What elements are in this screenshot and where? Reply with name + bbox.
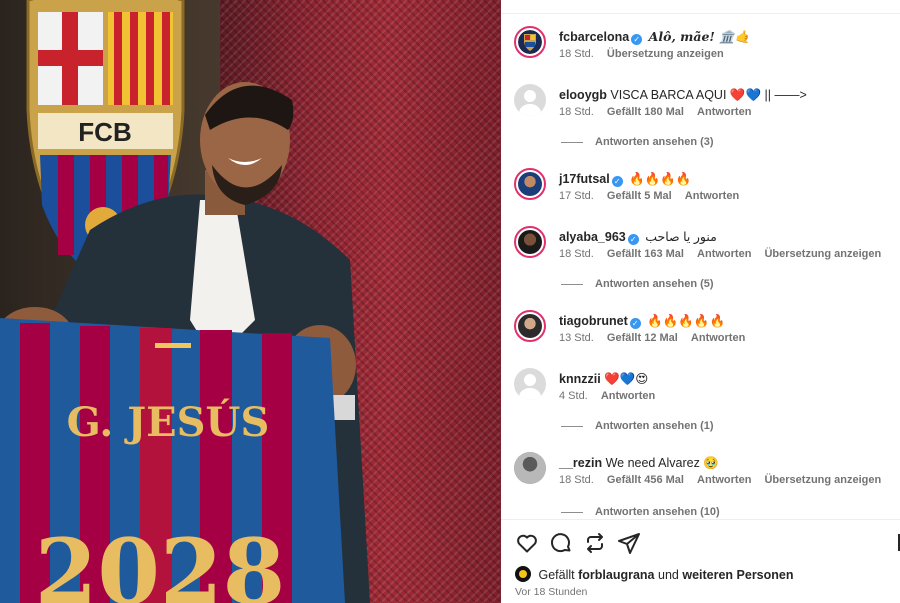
comment-time: 18 Std. bbox=[559, 106, 594, 118]
view-replies-label: Antworten ansehen (10) bbox=[595, 506, 720, 518]
comment-time: 18 Std. bbox=[559, 474, 594, 486]
likes-summary[interactable]: Gefällt forblaugrana und weiteren Person… bbox=[515, 566, 794, 582]
svg-text:2028: 2028 bbox=[35, 519, 286, 603]
likes-count[interactable]: Gefällt 12 Mal bbox=[607, 332, 678, 344]
heart-icon[interactable] bbox=[515, 531, 539, 555]
avatar[interactable] bbox=[514, 452, 546, 484]
likes-mid: und bbox=[658, 568, 679, 582]
comment-text: We need Alvarez 🥹 bbox=[605, 456, 719, 470]
likes-count[interactable]: Gefällt 456 Mal bbox=[607, 474, 684, 486]
comment-meta: 18 Std. Gefällt 163 Mal Antworten Überse… bbox=[559, 248, 891, 260]
comment-time: 4 Std. bbox=[559, 390, 588, 402]
comment-meta: 4 Std. Antworten bbox=[559, 390, 665, 402]
repost-icon[interactable] bbox=[583, 531, 607, 555]
comment-time: 17 Std. bbox=[559, 190, 594, 202]
verified-icon: ✓ bbox=[627, 234, 639, 245]
comment-meta: 18 Std. Gefällt 180 Mal Antworten bbox=[559, 106, 761, 118]
likes-prefix: Gefällt bbox=[538, 568, 575, 582]
username[interactable]: alyaba_963 bbox=[559, 230, 626, 244]
username[interactable]: fcbarcelona bbox=[559, 30, 629, 44]
comment-text: VISCA BARCA AQUI ❤️💙 || ——> bbox=[610, 88, 807, 102]
likes-count[interactable]: Gefällt 5 Mal bbox=[607, 190, 672, 202]
likes-count[interactable]: Gefällt 163 Mal bbox=[607, 248, 684, 260]
post-image[interactable]: FCB G. JESÚS 2028 bbox=[0, 0, 501, 603]
comment-text: ❤️💙😍 bbox=[604, 372, 649, 386]
comment-meta: 18 Std. Gefällt 456 Mal Antworten Überse… bbox=[559, 474, 891, 486]
comment-time: 18 Std. bbox=[559, 248, 594, 260]
comment-icon[interactable] bbox=[549, 531, 573, 555]
likes-count[interactable]: Gefällt 180 Mal bbox=[607, 106, 684, 118]
verified-icon: ✓ bbox=[611, 176, 623, 187]
avatar[interactable] bbox=[514, 26, 546, 58]
avatar[interactable] bbox=[514, 368, 546, 400]
view-replies[interactable]: Antworten ansehen (3) bbox=[561, 136, 714, 148]
verified-icon: ✓ bbox=[629, 318, 641, 329]
reply-button[interactable]: Antworten bbox=[697, 106, 751, 118]
reply-button[interactable]: Antworten bbox=[697, 474, 751, 486]
comment-meta: 18 Std. Übersetzung anzeigen bbox=[559, 48, 734, 60]
avatar[interactable] bbox=[514, 168, 546, 200]
view-replies-label: Antworten ansehen (3) bbox=[595, 136, 714, 148]
replies-dash bbox=[561, 425, 583, 427]
divider bbox=[501, 519, 900, 520]
comment-text: 🔥🔥🔥🔥 bbox=[629, 172, 692, 186]
username[interactable]: tiagobrunet bbox=[559, 314, 628, 328]
comment-time: 13 Std. bbox=[559, 332, 594, 344]
comment-text: منور يا صاحب bbox=[645, 230, 717, 244]
fcb-avatar-icon bbox=[518, 30, 542, 54]
translate-link[interactable]: Übersetzung anzeigen bbox=[607, 48, 724, 60]
view-replies[interactable]: Antworten ansehen (1) bbox=[561, 420, 714, 432]
comment-meta: 17 Std. Gefällt 5 Mal Antworten bbox=[559, 190, 749, 202]
liker-avatar bbox=[515, 566, 531, 582]
avatar[interactable] bbox=[514, 310, 546, 342]
reply-button[interactable]: Antworten bbox=[697, 248, 751, 260]
comment-time: 18 Std. bbox=[559, 48, 594, 60]
svg-text:G. JESÚS: G. JESÚS bbox=[67, 399, 270, 446]
view-replies-label: Antworten ansehen (1) bbox=[595, 420, 714, 432]
comments-panel: fcbarcelona ✓ Alô, mãe! 🏛️🤙 18 Std. Übers… bbox=[501, 0, 900, 603]
view-replies-label: Antworten ansehen (5) bbox=[595, 278, 714, 290]
divider bbox=[501, 13, 900, 14]
username[interactable]: __rezin bbox=[559, 456, 602, 470]
translate-link[interactable]: Übersetzung anzeigen bbox=[764, 474, 881, 486]
comment-text: Alô, mãe! 🏛️🤙 bbox=[648, 29, 751, 44]
likes-others[interactable]: weiteren Personen bbox=[682, 568, 793, 582]
username[interactable]: j17futsal bbox=[559, 172, 610, 186]
translate-link[interactable]: Übersetzung anzeigen bbox=[764, 248, 881, 260]
reply-button[interactable]: Antworten bbox=[685, 190, 739, 202]
jersey: G. JESÚS 2028 bbox=[0, 318, 345, 603]
comment-meta: 13 Std. Gefällt 12 Mal Antworten bbox=[559, 332, 755, 344]
avatar[interactable] bbox=[514, 84, 546, 116]
verified-icon: ✓ bbox=[631, 34, 643, 45]
username[interactable]: knnzzii bbox=[559, 372, 601, 386]
post-time: Vor 18 Stunden bbox=[515, 586, 588, 598]
replies-dash bbox=[561, 283, 583, 285]
replies-dash bbox=[561, 511, 583, 513]
replies-dash bbox=[561, 141, 583, 143]
view-replies[interactable]: Antworten ansehen (5) bbox=[561, 278, 714, 290]
reply-button[interactable]: Antworten bbox=[691, 332, 745, 344]
username[interactable]: elooygb bbox=[559, 88, 607, 102]
comment-text: 🔥🔥🔥🔥🔥 bbox=[647, 314, 726, 328]
share-icon[interactable] bbox=[617, 531, 641, 555]
reply-button[interactable]: Antworten bbox=[601, 390, 655, 402]
view-replies[interactable]: Antworten ansehen (10) bbox=[561, 506, 720, 518]
avatar[interactable] bbox=[514, 226, 546, 258]
liker-username[interactable]: forblaugrana bbox=[578, 568, 654, 582]
